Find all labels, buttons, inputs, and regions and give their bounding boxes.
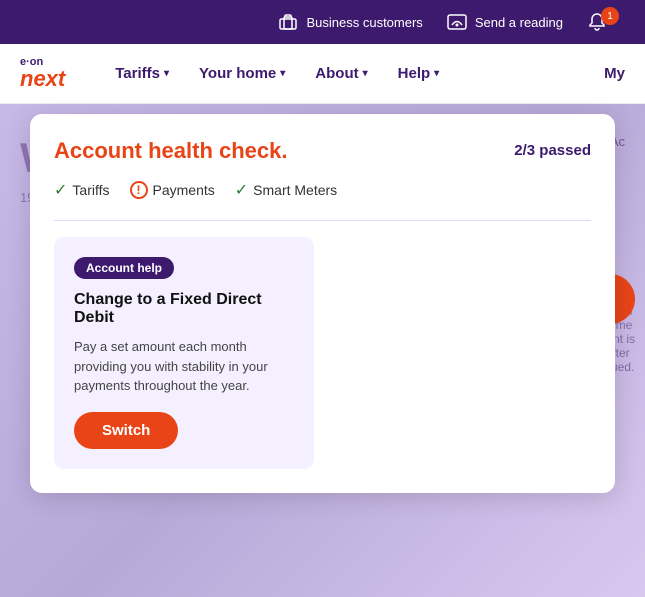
notification-bell[interactable]: 1 xyxy=(587,12,625,32)
check-smart-meters: ✓ Smart Meters xyxy=(235,180,337,200)
business-customers-link[interactable]: Business customers xyxy=(278,12,422,32)
tariffs-label: Tariffs xyxy=(115,65,160,82)
rec-desc: Pay a set amount each month providing yo… xyxy=(74,337,294,396)
rec-title: Change to a Fixed Direct Debit xyxy=(74,291,294,327)
card-header: Account health check. 2/3 passed xyxy=(54,138,591,164)
nav-tariffs[interactable]: Tariffs ▾ xyxy=(115,65,169,82)
help-chevron-icon: ▾ xyxy=(434,68,439,79)
check-tariffs-icon: ✓ xyxy=(54,180,67,200)
my-label: My xyxy=(604,65,625,82)
recommendation-card: Account help Change to a Fixed Direct De… xyxy=(54,237,314,469)
card-checks: ✓ Tariffs ! Payments ✓ Smart Meters xyxy=(54,180,591,200)
check-smart-meters-icon: ✓ xyxy=(235,180,248,200)
send-reading-link[interactable]: Send a reading xyxy=(447,12,563,32)
meter-icon xyxy=(447,12,467,32)
about-label: About xyxy=(315,65,358,82)
tariffs-chevron-icon: ▾ xyxy=(164,68,169,79)
rec-badge: Account help xyxy=(74,257,174,279)
account-health-card: Account health check. 2/3 passed ✓ Tarif… xyxy=(30,114,615,493)
nav-your-home[interactable]: Your home ▾ xyxy=(199,65,285,82)
your-home-chevron-icon: ▾ xyxy=(280,68,285,79)
nav-help[interactable]: Help ▾ xyxy=(398,65,440,82)
briefcase-icon xyxy=(278,12,298,32)
send-reading-label: Send a reading xyxy=(475,15,563,30)
logo[interactable]: e·on next xyxy=(20,57,65,90)
help-label: Help xyxy=(398,65,431,82)
top-bar: Business customers Send a reading 1 xyxy=(0,0,645,44)
check-payments-label: Payments xyxy=(153,182,215,198)
business-customers-label: Business customers xyxy=(306,15,422,30)
check-tariffs-label: Tariffs xyxy=(72,182,109,198)
notification-count: 1 xyxy=(601,7,619,25)
card-title: Account health check. xyxy=(54,138,288,164)
nav-my[interactable]: My xyxy=(604,65,625,82)
check-tariffs: ✓ Tariffs xyxy=(54,180,110,200)
nav-about[interactable]: About ▾ xyxy=(315,65,367,82)
check-payments-icon: ! xyxy=(130,181,148,199)
card-divider xyxy=(54,220,591,221)
about-chevron-icon: ▾ xyxy=(363,68,368,79)
nav-bar: e·on next Tariffs ▾ Your home ▾ About ▾ … xyxy=(0,44,645,104)
page-background: We 192 G Ac t paym payme ment is s after… xyxy=(0,104,645,597)
card-passed: 2/3 passed xyxy=(514,142,591,159)
your-home-label: Your home xyxy=(199,65,276,82)
switch-button[interactable]: Switch xyxy=(74,412,178,449)
check-smart-meters-label: Smart Meters xyxy=(253,182,337,198)
logo-next: next xyxy=(20,68,65,90)
check-payments: ! Payments xyxy=(130,181,215,199)
